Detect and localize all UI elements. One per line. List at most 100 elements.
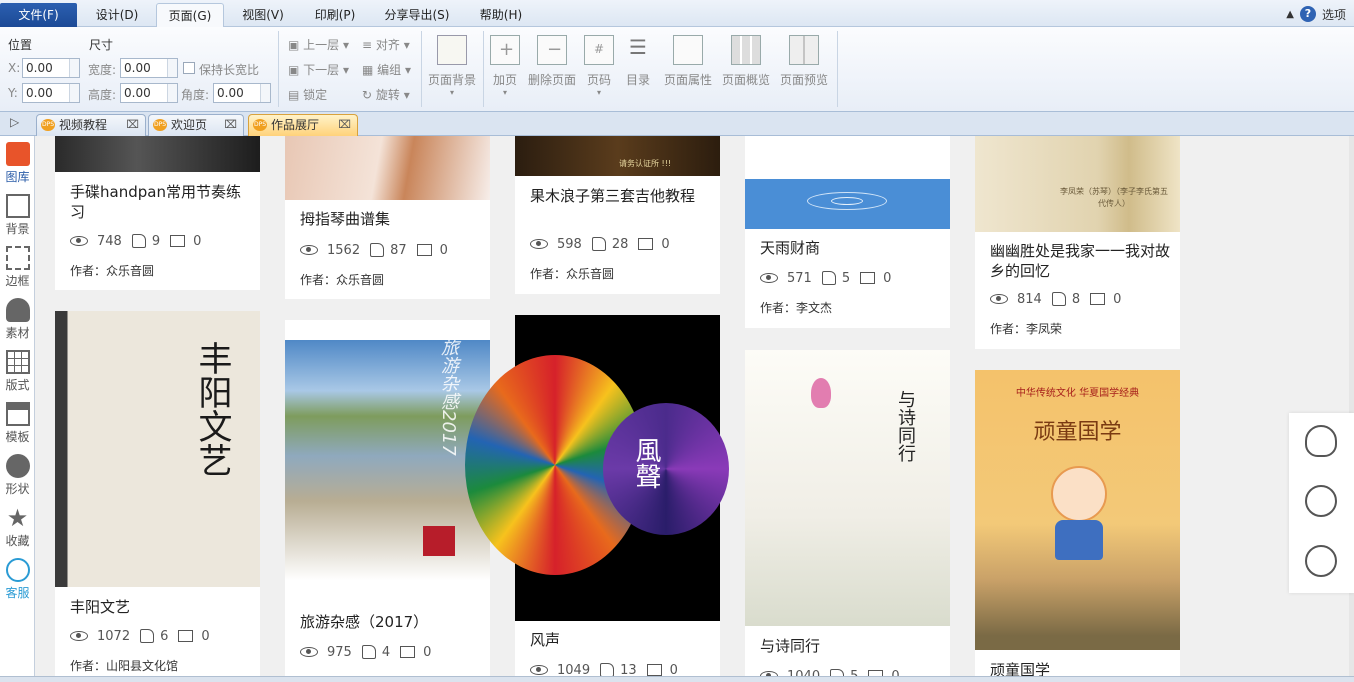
like-icon[interactable] bbox=[600, 663, 615, 677]
sidebar-item-background[interactable]: 背景 bbox=[0, 194, 35, 237]
sidebar-item-customer-service[interactable]: 客服 bbox=[0, 558, 35, 601]
work-card[interactable]: 手碟handpan常用节奏练习 748 9 0 作者：众乐音圆 bbox=[55, 136, 260, 290]
tab-gallery[interactable]: DPS 作品展厅 ⌧ bbox=[248, 114, 358, 136]
tab-welcome[interactable]: DPS 欢迎页 ⌧ bbox=[148, 114, 244, 136]
lock-button[interactable]: ▤ 锁定 bbox=[288, 86, 327, 103]
width-input[interactable]: 0.00 bbox=[120, 58, 178, 78]
file-menu[interactable]: 文件(F) bbox=[0, 3, 77, 27]
comment-icon[interactable] bbox=[638, 238, 654, 250]
help-icon[interactable]: ? bbox=[1299, 6, 1316, 22]
menu-page[interactable]: 页面(G) bbox=[156, 3, 224, 27]
vertical-scrollbar[interactable] bbox=[1349, 136, 1354, 676]
sidebar-item-gallery[interactable]: 图库 bbox=[0, 142, 35, 185]
work-card[interactable]: 中华传统文化 华夏国学经典 顽童国学 顽童国学 bbox=[975, 370, 1180, 682]
work-card[interactable]: 天雨财商 571 5 0 作者：李文杰 bbox=[745, 136, 950, 328]
comment-icon[interactable] bbox=[170, 235, 186, 247]
options-button[interactable]: 选项 bbox=[1322, 6, 1346, 23]
wechat-icon[interactable] bbox=[1305, 485, 1337, 517]
like-icon[interactable] bbox=[361, 645, 376, 659]
like-icon[interactable] bbox=[1051, 292, 1066, 306]
size-label: 尺寸 bbox=[89, 38, 114, 52]
page-properties-button[interactable]: 页面属性 bbox=[662, 35, 714, 88]
menu-view[interactable]: 视图(V) bbox=[228, 3, 298, 27]
x-input[interactable]: 0.00 bbox=[22, 58, 80, 78]
close-tab-icon[interactable]: ⌧ bbox=[126, 115, 139, 135]
cover-image[interactable] bbox=[745, 136, 950, 229]
card-title[interactable]: 手碟handpan常用节奏练习 bbox=[70, 182, 250, 222]
comment-icon[interactable] bbox=[646, 664, 662, 676]
like-icon[interactable] bbox=[140, 629, 155, 643]
cover-image[interactable]: 旅游杂感2017 bbox=[285, 320, 490, 603]
work-card[interactable]: 与诗同行 与诗同行 1040 5 0 bbox=[745, 350, 950, 682]
y-input[interactable]: 0.00 bbox=[22, 83, 80, 103]
work-card[interactable]: 丰阳文艺 丰阳文艺 1072 6 0 作者：山阳县文化馆 bbox=[55, 311, 260, 682]
page-overview-button[interactable]: 页面概览 bbox=[720, 35, 772, 88]
card-title[interactable]: 风声 bbox=[530, 630, 710, 650]
qq-icon[interactable] bbox=[1305, 425, 1337, 457]
sidebar-item-template[interactable]: 模板 bbox=[0, 402, 35, 445]
cover-image[interactable]: 请务认证所 !!! bbox=[515, 136, 720, 176]
stained-glass-circle bbox=[603, 403, 729, 535]
work-card[interactable]: 拇指琴曲谱集 1562 87 0 作者：众乐音圆 bbox=[285, 136, 490, 299]
sidebar-toggle-icon[interactable]: ▷ bbox=[10, 115, 19, 129]
position-label: 位置 bbox=[8, 38, 33, 52]
cover-text: 请务认证所 !!! bbox=[619, 159, 672, 168]
card-title[interactable]: 丰阳文艺 bbox=[70, 597, 250, 617]
sidebar-item-favorites[interactable]: ★ 收藏 bbox=[0, 506, 35, 549]
cover-image[interactable] bbox=[285, 136, 490, 200]
menu-share-export[interactable]: 分享导出(S) bbox=[372, 3, 462, 27]
menu-print[interactable]: 印刷(P) bbox=[300, 3, 370, 27]
comment-icon[interactable] bbox=[400, 646, 416, 658]
card-title[interactable]: 果木浪子第三套吉他教程 bbox=[530, 186, 710, 206]
card-title[interactable]: 与诗同行 bbox=[760, 636, 940, 656]
down-layer-button[interactable]: ▣ 下一层 ▾ bbox=[288, 61, 349, 78]
height-input[interactable]: 0.00 bbox=[120, 83, 178, 103]
comment-icon[interactable] bbox=[1090, 293, 1106, 305]
card-title[interactable]: 天雨财商 bbox=[760, 238, 940, 258]
page-number-button[interactable]: # 页码 ▾ bbox=[584, 35, 614, 97]
like-icon[interactable] bbox=[370, 243, 385, 257]
card-title[interactable]: 旅游杂感（2017） bbox=[300, 612, 480, 632]
sidebar-item-border[interactable]: 边框 bbox=[0, 246, 35, 289]
close-tab-icon[interactable]: ⌧ bbox=[224, 115, 237, 135]
up-layer-button[interactable]: ▣ 上一层 ▾ bbox=[288, 36, 349, 53]
work-card[interactable]: 李凤荣（苏琴）（李子李氏第五代传人） 幽幽胜处是我家一一我对故乡的回忆 814 … bbox=[975, 136, 1180, 349]
tab-video-tutorial[interactable]: DPS 视频教程 ⌧ bbox=[36, 114, 146, 136]
rotate-button[interactable]: ↻ 旋转 ▾ bbox=[362, 86, 410, 103]
cover-image[interactable]: 李凤荣（苏琴）（李子李氏第五代传人） bbox=[975, 136, 1180, 232]
menu-design[interactable]: 设计(D) bbox=[80, 3, 154, 27]
cover-image[interactable]: 与诗同行 bbox=[745, 350, 950, 626]
sidebar-item-layout[interactable]: 版式 bbox=[0, 350, 35, 393]
work-card[interactable]: 请务认证所 !!! 果木浪子第三套吉他教程 598 28 0 作者：众乐音圆 bbox=[515, 136, 720, 294]
close-tab-icon[interactable]: ⌧ bbox=[338, 115, 351, 135]
work-card[interactable]: 風聲 风声 1049 13 0 bbox=[465, 315, 729, 682]
delete-page-button[interactable]: − 删除页面 bbox=[526, 35, 578, 88]
cover-image[interactable]: 丰阳文艺 bbox=[55, 311, 260, 587]
comment-icon[interactable] bbox=[178, 630, 194, 642]
collapse-ribbon-icon[interactable]: ▲ bbox=[1286, 9, 1294, 20]
sidebar-item-material[interactable]: 素材 bbox=[0, 298, 35, 341]
cover-image[interactable] bbox=[55, 136, 260, 172]
comment-icon[interactable] bbox=[860, 272, 876, 284]
cover-top-text: 中华传统文化 华夏国学经典 bbox=[1015, 388, 1140, 399]
group-button[interactable]: ▦ 编组 ▾ bbox=[362, 61, 411, 78]
card-title[interactable]: 幽幽胜处是我家一一我对故乡的回忆 bbox=[990, 241, 1170, 281]
cover-image[interactable]: 風聲 bbox=[465, 315, 729, 621]
like-icon[interactable] bbox=[591, 237, 606, 251]
work-card[interactable]: 旅游杂感2017 旅游杂感（2017） 975 4 0 bbox=[285, 320, 490, 682]
page-preview-button[interactable]: 页面预览 bbox=[778, 35, 830, 88]
align-button[interactable]: ≡ 对齐 ▾ bbox=[362, 36, 410, 53]
menu-help[interactable]: 帮助(H) bbox=[466, 3, 536, 27]
page-background-button[interactable]: 页面背景 ▾ bbox=[426, 35, 478, 97]
card-title[interactable]: 拇指琴曲谱集 bbox=[300, 209, 480, 229]
like-icon[interactable] bbox=[131, 234, 146, 248]
keep-ratio-checkbox[interactable] bbox=[183, 62, 195, 74]
add-page-button[interactable]: + 加页 ▾ bbox=[489, 35, 521, 97]
headset-support-icon[interactable] bbox=[1305, 545, 1337, 577]
cover-image[interactable]: 中华传统文化 华夏国学经典 顽童国学 bbox=[975, 370, 1180, 650]
sidebar-item-shape[interactable]: 形状 bbox=[0, 454, 35, 497]
toc-button[interactable]: ☰ 目录 bbox=[622, 35, 654, 88]
angle-input[interactable]: 0.00 bbox=[213, 83, 271, 103]
like-icon[interactable] bbox=[821, 271, 836, 285]
comment-icon[interactable] bbox=[416, 244, 432, 256]
